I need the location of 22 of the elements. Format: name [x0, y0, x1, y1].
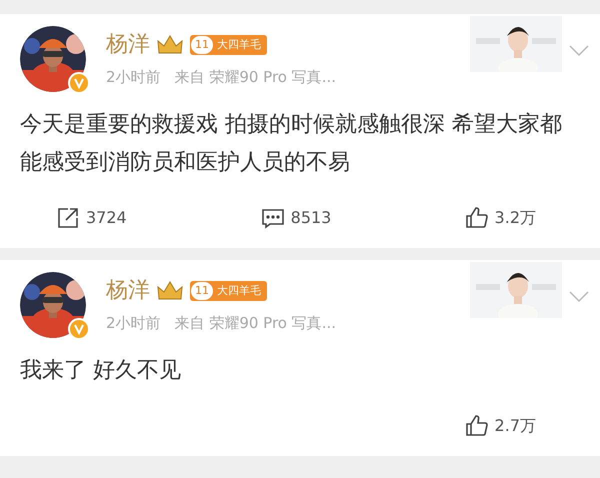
badge-label: 大四羊毛 — [217, 36, 261, 53]
like-button[interactable]: 2.7万 — [464, 414, 536, 438]
post-text: 我来了 好久不见 — [20, 357, 182, 385]
chevron-down-icon[interactable] — [568, 290, 590, 304]
level-number: 11 — [190, 35, 214, 55]
repost-button[interactable]: 3724 — [56, 206, 127, 230]
badge-label: 大四羊毛 — [217, 282, 261, 299]
post-time: 2小时前 — [106, 313, 161, 334]
comment-icon — [260, 206, 285, 230]
level-number: 11 — [190, 281, 214, 301]
post-time: 2小时前 — [106, 67, 161, 88]
comment-button[interactable]: 8513 — [260, 206, 332, 230]
post-source: 来自 荣耀90 Pro 写真... — [174, 313, 336, 334]
thumbs-up-icon — [464, 206, 489, 230]
share-icon — [56, 206, 80, 230]
chevron-down-icon[interactable] — [568, 44, 590, 58]
thumbs-up-icon — [464, 414, 489, 438]
post-text: 今天是重要的救援戏 拍摄的时候就感触很深 希望大家都能感受到消防员和医护人员的不易 — [20, 111, 563, 177]
post-source: 来自 荣耀90 Pro 写真... — [174, 67, 336, 88]
verified-icon — [68, 72, 90, 94]
like-button[interactable]: 3.2万 — [464, 206, 536, 230]
verified-icon — [68, 318, 90, 340]
